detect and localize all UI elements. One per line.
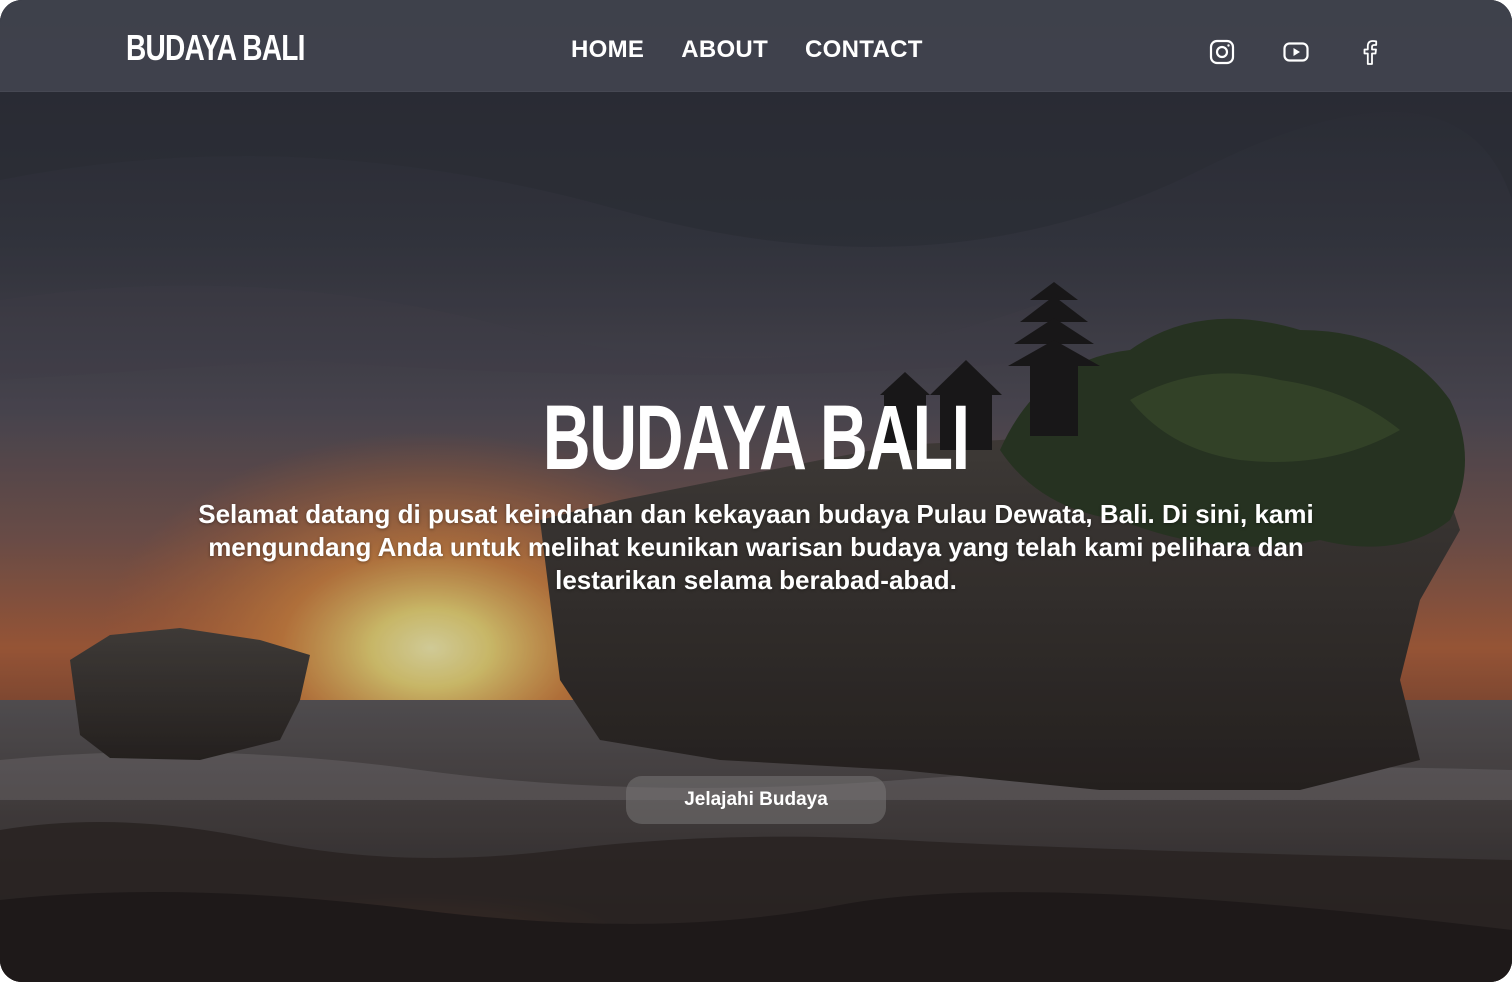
nav-link-home[interactable]: HOME — [571, 38, 644, 62]
navbar: BUDAYA BALI HOME ABOUT CONTACT — [0, 0, 1512, 92]
main-nav: HOME ABOUT CONTACT — [571, 38, 923, 62]
hero-description: Selamat datang di pusat keindahan dan ke… — [198, 499, 1314, 595]
hero-title-text: BUDAYA BALI — [543, 387, 970, 489]
brand-logo[interactable]: BUDAYA BALI — [126, 30, 305, 66]
hero-title: BUDAYA BALI — [0, 392, 1512, 484]
social-links — [1208, 38, 1384, 66]
explore-culture-button[interactable]: Jelajahi Budaya — [626, 776, 886, 824]
nav-link-about[interactable]: ABOUT — [681, 38, 768, 62]
facebook-icon[interactable] — [1356, 38, 1384, 66]
youtube-icon[interactable] — [1282, 38, 1310, 66]
nav-link-contact[interactable]: CONTACT — [805, 38, 923, 62]
page-frame: BUDAYA BALI HOME ABOUT CONTACT BUDAYA BA… — [0, 0, 1512, 982]
instagram-icon[interactable] — [1208, 38, 1236, 66]
hero-overlay — [0, 0, 1512, 982]
